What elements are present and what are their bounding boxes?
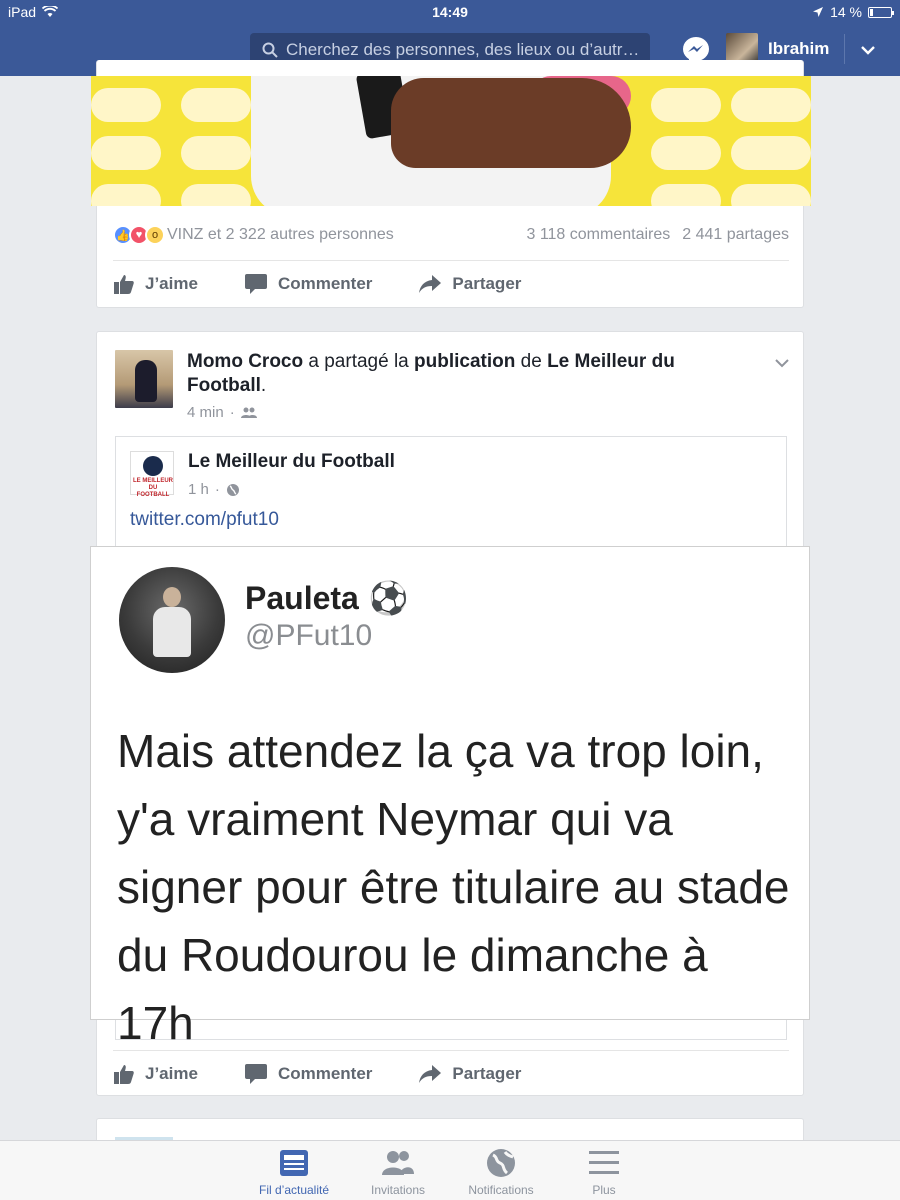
globe-icon <box>226 483 239 496</box>
status-right: 14 % <box>812 4 894 20</box>
tweet-avatar-head <box>163 587 181 607</box>
tab-news-feed[interactable]: Fil d’actualité <box>239 1147 349 1197</box>
post-time[interactable]: 4 min <box>187 404 224 421</box>
post-card: 👍 ♥ o VINZ et 2 322 autres personnes 3 1… <box>91 60 811 308</box>
tweet-name: Pauleta <box>245 579 359 616</box>
photo-stripe <box>91 184 161 206</box>
author-avatar[interactable] <box>115 350 173 408</box>
photo-stripe <box>181 136 251 170</box>
reactions-text[interactable]: VINZ et 2 322 autres personnes <box>167 226 394 244</box>
thumbs-up-icon <box>114 275 134 294</box>
shared-page-name[interactable]: Le Meilleur du Football <box>188 451 395 473</box>
soccer-ball-icon: ⚽ <box>368 580 409 616</box>
like-button[interactable]: J’aime <box>113 269 198 299</box>
tweet-avatar-body <box>153 607 191 657</box>
like-button[interactable]: J’aime <box>113 1059 198 1089</box>
like-label: J’aime <box>145 274 198 293</box>
reaction-icons: 👍 ♥ o <box>113 225 165 245</box>
photo-stripe <box>731 184 811 206</box>
photo-stripe <box>731 136 811 170</box>
post-actions: J’aime Commenter Partager <box>113 1059 673 1089</box>
post-headline: Momo Croco a partagé la publication de L… <box>187 350 747 398</box>
chevron-down-icon[interactable] <box>773 354 791 372</box>
shared-meta: 1 h · <box>188 481 240 498</box>
photo-hand <box>391 78 631 168</box>
share-button[interactable]: Partager <box>418 1059 521 1089</box>
page-logo[interactable]: LE MEILLEUR DU FOOTBALL <box>130 451 174 498</box>
comment-label: Commenter <box>277 1064 373 1083</box>
battery-icon <box>868 6 894 18</box>
wow-reaction-icon: o <box>145 225 165 245</box>
status-bar: iPad 14:49 14 % <box>0 0 900 24</box>
comment-label: Commenter <box>277 274 373 293</box>
friends-icon <box>382 1151 414 1175</box>
meta-separator: · <box>214 481 220 498</box>
tweet-handle: @PFut10 <box>245 619 373 652</box>
reactions-summary[interactable]: 👍 ♥ o VINZ et 2 322 autres personnes 3 1… <box>113 224 789 246</box>
search-input[interactable] <box>286 40 646 60</box>
tweet-text: Mais attendez la ça va trop loin, y'a vr… <box>117 725 790 1049</box>
publication-link[interactable]: publication <box>414 351 515 372</box>
page-logo-text: LE MEILLEUR DU FOOTBALL <box>133 478 173 498</box>
comment-button[interactable]: Commenter <box>244 269 372 299</box>
share-arrow-icon <box>419 1065 442 1083</box>
photo-stripe <box>91 136 161 170</box>
nav-divider <box>844 34 845 64</box>
photo-stripe <box>181 88 251 122</box>
comment-button[interactable]: Commenter <box>244 1059 372 1089</box>
bottom-tab-bar: Fil d’actualité Invitations Notification… <box>0 1140 900 1200</box>
headline-verb: a partagé la <box>308 351 409 372</box>
shares-count[interactable]: 2 441 partages <box>682 226 789 244</box>
shared-link[interactable]: twitter.com/pfut10 <box>130 509 279 531</box>
divider <box>113 260 789 261</box>
photo-stripe <box>651 136 721 170</box>
share-arrow-icon <box>419 275 442 293</box>
headline-preposition: de <box>520 351 542 372</box>
share-label: Partager <box>452 1064 522 1083</box>
meta-separator: · <box>229 404 235 421</box>
author-name[interactable]: Momo Croco <box>187 351 303 372</box>
friends-audience-icon <box>240 407 257 418</box>
tweet-avatar <box>119 567 225 673</box>
post-actions: J’aime Commenter Partager <box>113 269 673 299</box>
thumbs-up-icon <box>114 1065 134 1084</box>
battery-fill <box>870 8 873 16</box>
status-time: 14:49 <box>432 4 468 20</box>
globe-icon <box>487 1149 515 1177</box>
tab-more[interactable]: Plus <box>549 1147 659 1197</box>
comment-icon <box>244 274 267 294</box>
tab-label: Fil d’actualité <box>258 1183 330 1197</box>
tab-label: Notifications <box>468 1183 534 1197</box>
football-icon <box>143 456 163 476</box>
photo-stripe <box>651 184 721 206</box>
share-label: Partager <box>452 274 522 293</box>
post-meta: 4 min · <box>187 404 257 421</box>
tab-label: Invitations <box>370 1183 426 1197</box>
post-photo[interactable] <box>91 76 811 206</box>
news-feed-icon <box>280 1150 308 1176</box>
shared-time[interactable]: 1 h <box>188 481 209 498</box>
photo-stripe <box>181 184 251 206</box>
tab-label: Plus <box>592 1183 616 1197</box>
profile-name[interactable]: Ibrahim <box>768 39 829 59</box>
photo-stripe <box>91 88 161 122</box>
tab-invitations[interactable]: Invitations <box>343 1147 453 1197</box>
comments-count[interactable]: 3 118 commentaires <box>526 226 670 244</box>
headline-period: . <box>260 375 267 396</box>
battery-percent: 14 % <box>830 4 862 20</box>
like-label: J’aime <box>145 1064 198 1083</box>
menu-icon <box>589 1151 619 1174</box>
tweet-author-name: Pauleta ⚽ <box>245 579 409 617</box>
location-arrow-icon <box>813 7 824 17</box>
photo-stripe <box>731 88 811 122</box>
photo-stripe <box>651 88 721 122</box>
tweet-screenshot-image[interactable]: Pauleta ⚽ @PFut10 Mais attendez la ça va… <box>90 546 810 1049</box>
tab-notifications[interactable]: Notifications <box>446 1147 556 1197</box>
chevron-down-icon[interactable] <box>858 40 878 60</box>
search-icon <box>262 42 278 58</box>
share-button[interactable]: Partager <box>418 269 521 299</box>
comment-icon <box>244 1064 267 1084</box>
